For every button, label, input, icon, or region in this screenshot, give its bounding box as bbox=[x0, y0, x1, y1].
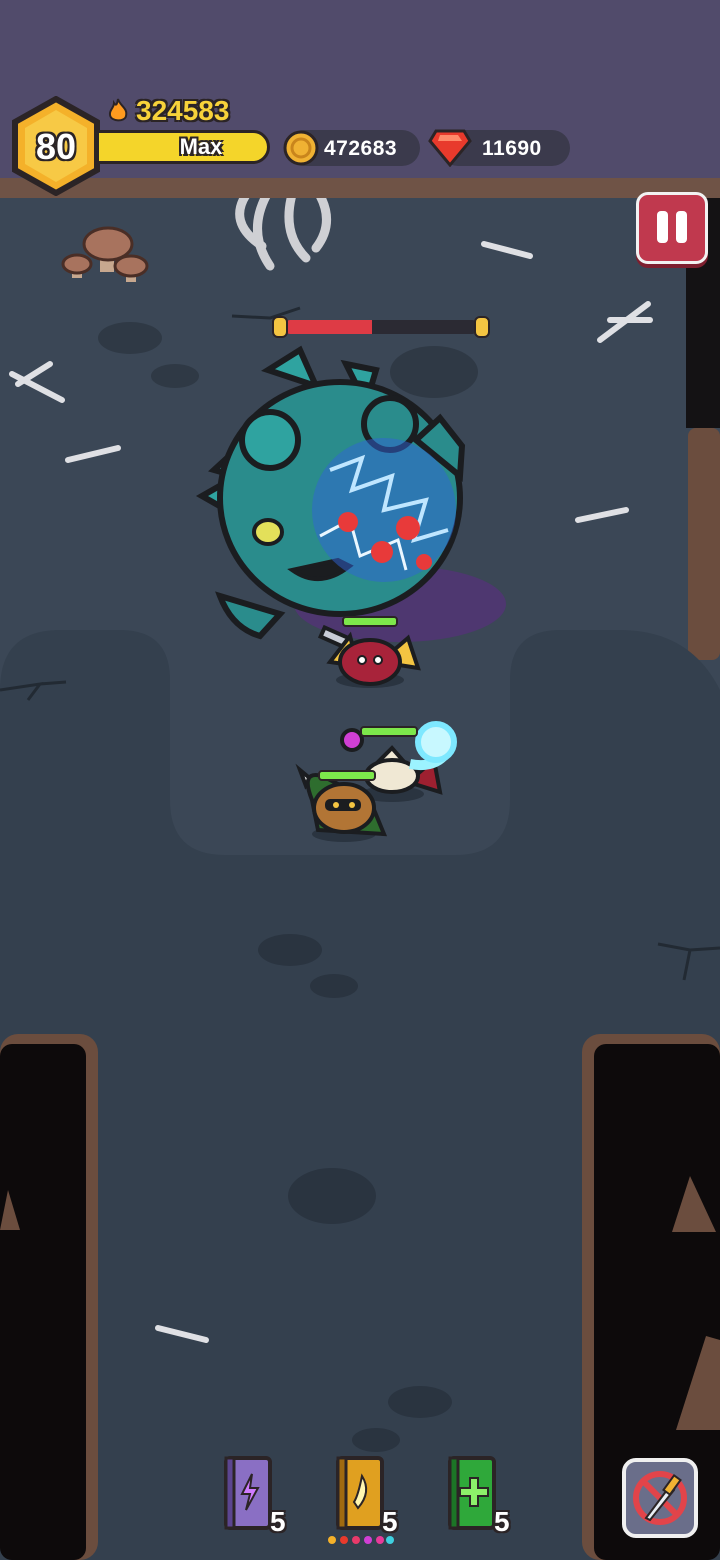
hud-divider bbox=[0, 178, 720, 200]
power-score: 324583 bbox=[106, 95, 229, 127]
floor-hole bbox=[352, 1428, 400, 1452]
mushrooms bbox=[61, 226, 149, 282]
boss-health-cap-right bbox=[474, 316, 490, 338]
skill-dots bbox=[328, 1536, 394, 1544]
heal-book-icon[interactable] bbox=[444, 1452, 500, 1532]
ruby-gem-icon bbox=[428, 129, 472, 167]
power-score-value: 324583 bbox=[136, 95, 230, 126]
mage-hero-health-bar bbox=[360, 726, 418, 737]
floor-hole bbox=[388, 1386, 452, 1418]
arena-floor bbox=[0, 198, 720, 1560]
xp-label: Max bbox=[179, 134, 223, 159]
sword-disabled-icon bbox=[633, 1471, 687, 1525]
right-wall-ledge bbox=[688, 428, 720, 660]
lightning-effect bbox=[312, 438, 456, 582]
boss-health-fill bbox=[286, 320, 372, 334]
floor-hole bbox=[390, 346, 478, 398]
ribcage bbox=[235, 198, 331, 271]
player-level: 80 bbox=[35, 126, 77, 167]
lightning-skill-count: 5 bbox=[270, 1506, 286, 1537]
floor-hole bbox=[310, 974, 358, 998]
gold-coin-icon bbox=[283, 130, 319, 166]
heal-skill-count: 5 bbox=[494, 1506, 510, 1537]
archer-hero-health-bar bbox=[318, 770, 376, 781]
boss-health-bar bbox=[272, 316, 490, 338]
lightning-book-icon[interactable] bbox=[220, 1452, 276, 1532]
left-pit bbox=[0, 1044, 86, 1560]
spider-hero-health-bar bbox=[342, 616, 398, 627]
floor-hole bbox=[151, 364, 199, 388]
gem-value: 11690 bbox=[482, 137, 542, 160]
floor-hole bbox=[258, 934, 322, 966]
pause-icon bbox=[657, 211, 668, 243]
boss-health-cap-left bbox=[272, 316, 288, 338]
floor-hole bbox=[288, 1168, 376, 1224]
battle-arena bbox=[0, 198, 720, 1560]
wind-book-icon[interactable] bbox=[332, 1452, 388, 1532]
gold-value: 472683 bbox=[324, 137, 398, 160]
floor-hole bbox=[98, 322, 162, 354]
flame-icon bbox=[108, 98, 128, 122]
pause-icon-bar bbox=[676, 211, 687, 243]
pause-button[interactable] bbox=[636, 192, 708, 264]
auto-battle-toggle[interactable] bbox=[622, 1458, 698, 1538]
